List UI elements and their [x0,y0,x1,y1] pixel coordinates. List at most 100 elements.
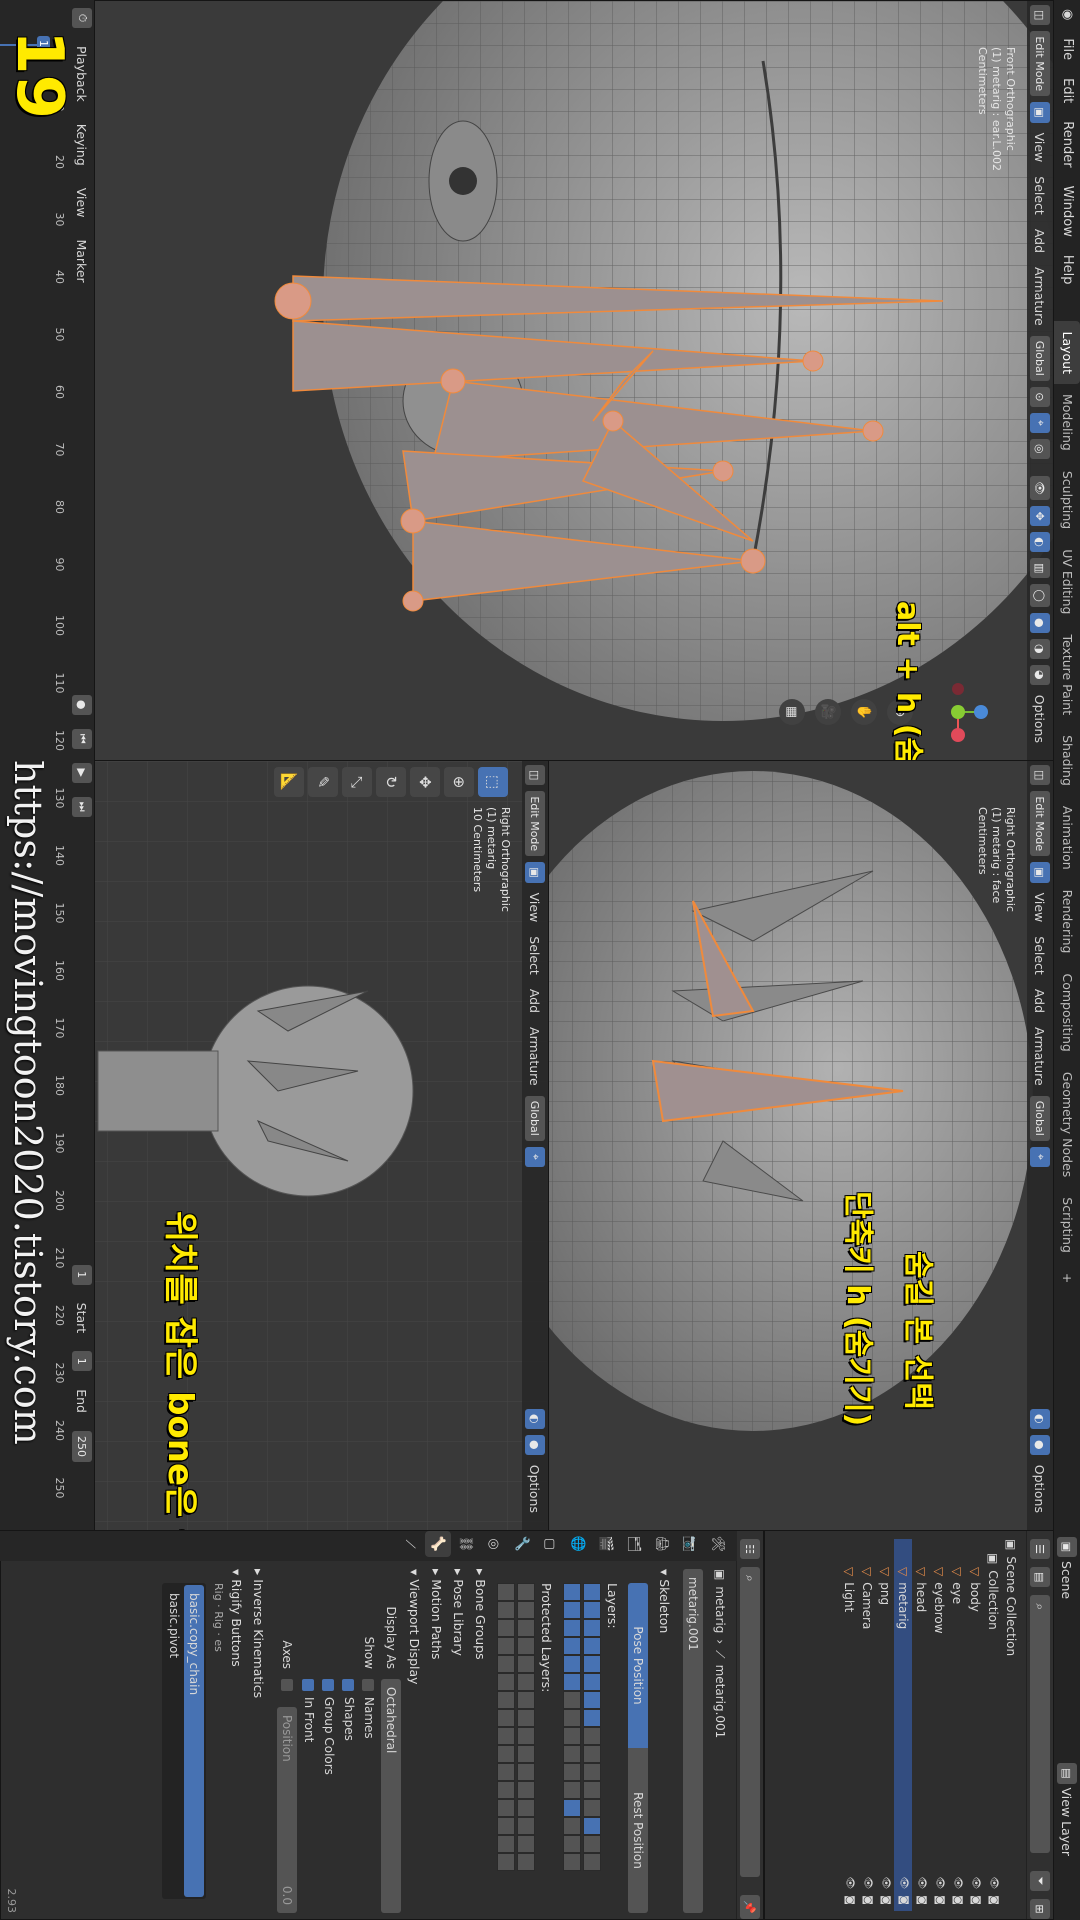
properties-editor[interactable]: ☷ ⌕ 📌 🛠 📷 🖨 🗂 🎬 🌐 ▢ 🔧 ◎ ⛓ 🦴 ⟋ ▣ metarig … [0,1530,764,1920]
layer-toggle[interactable] [563,1763,581,1781]
render-tab-icon[interactable]: 📷 [677,1531,703,1557]
add-workspace-button[interactable]: + [1054,1263,1080,1293]
layer-toggle[interactable] [563,1673,581,1691]
layer-toggle[interactable] [583,1709,601,1727]
layer-toggle[interactable] [583,1853,601,1871]
tab-scripting[interactable]: Scripting [1054,1187,1080,1263]
editor-type-icon[interactable]: ☰ [1030,1539,1050,1559]
breadcrumb-object[interactable]: metarig [713,1586,727,1633]
menu-file[interactable]: File [1054,29,1080,69]
menu-view[interactable]: View [528,889,543,927]
overlay-toggle-icon[interactable]: ◐ [1030,1408,1050,1429]
pin-icon[interactable]: 📌 [740,1895,760,1919]
menu-help[interactable]: Help [1054,246,1080,294]
layer-toggle[interactable] [517,1853,535,1871]
layer-toggle[interactable] [583,1691,601,1709]
editor-type-icon[interactable]: ☷ [740,1539,760,1559]
layer-toggle[interactable] [517,1691,535,1709]
bone-layers-grid[interactable] [563,1583,601,1913]
scene-selector-icon[interactable]: ▣ [1057,1536,1077,1557]
layer-toggle[interactable] [563,1637,581,1655]
outliner-item[interactable]: ▽ eye 👁 ◙ [948,1539,966,1911]
menu-armature[interactable]: Armature [1033,263,1048,330]
layer-toggle[interactable] [497,1619,515,1637]
scene-collection-row[interactable]: ▣ Scene Collection [1002,1539,1020,1911]
layer-toggle[interactable] [497,1655,515,1673]
pan-hand-icon[interactable]: ✋ [851,699,877,725]
layer-toggle[interactable] [563,1619,581,1637]
layer-toggle[interactable] [563,1601,581,1619]
tab-animation[interactable]: Animation [1054,796,1080,880]
shading-material-icon[interactable]: ◑ [1030,638,1050,659]
properties-search[interactable]: ⌕ [740,1567,760,1878]
viewport-right-lower[interactable]: ⬚ ⊕ ✥ ↻ ⤡ ✎ 📐 ◫ Edit Mode ▣ View Select … [94,760,549,1532]
outliner-item[interactable]: ▽ Light 👁 ◙ [840,1539,858,1911]
armature-data-tab-icon[interactable]: 🦴 [425,1531,451,1557]
layer-toggle[interactable] [583,1673,601,1691]
object-tab-icon[interactable]: ▢ [537,1531,563,1557]
pivot-icon[interactable]: ⊙ [1030,386,1050,407]
select-mode-icon[interactable]: ▣ [1030,862,1050,883]
eye-icon[interactable]: 👁 [840,1877,858,1890]
tab-modeling[interactable]: Modeling [1054,384,1080,461]
options-dropdown[interactable]: Options [1033,1461,1048,1517]
options-dropdown[interactable]: Options [528,1461,543,1517]
measure-tool-icon[interactable]: 📐 [274,767,304,797]
pose-library-section[interactable]: ▸ Pose Library [447,1569,469,1913]
layer-toggle[interactable] [563,1583,581,1601]
menu-view[interactable]: View [1033,889,1048,927]
layer-toggle[interactable] [563,1835,581,1853]
tab-texture-paint[interactable]: Texture Paint [1054,624,1080,725]
layer-toggle[interactable] [517,1745,535,1763]
view-layer-label[interactable]: View Layer [1060,1784,1075,1861]
menu-armature[interactable]: Armature [1033,1023,1048,1090]
checkbox[interactable] [322,1679,335,1691]
shading-solid-icon[interactable]: ● [525,1434,545,1455]
layer-toggle[interactable] [497,1727,515,1745]
render-camera-icon[interactable]: ◙ [948,1895,966,1905]
layer-toggle[interactable] [517,1673,535,1691]
layer-toggle[interactable] [583,1763,601,1781]
skeleton-section[interactable]: ▾ Skeleton [653,1569,675,1913]
layer-toggle[interactable] [517,1583,535,1601]
shading-solid-icon[interactable]: ● [1030,612,1050,633]
rig-type-item[interactable]: basic.pivot [164,1585,184,1897]
show-option[interactable]: Shapes [339,1679,359,1775]
layer-toggle[interactable] [497,1691,515,1709]
viewport-display-section[interactable]: ▾ Viewport Display [403,1569,425,1913]
mode-selector[interactable]: Edit Mode [525,791,545,857]
outliner-item[interactable]: ▽ eyebrow 👁 ◙ [930,1539,948,1911]
outliner-item[interactable]: ▣ Collection 👁 ◙ [984,1539,1002,1911]
rig-type-item[interactable]: basic.copy_chain [184,1585,204,1897]
layer-toggle[interactable] [563,1727,581,1745]
physics-tab-icon[interactable]: ◎ [481,1531,507,1557]
menu-render[interactable]: Render [1054,112,1080,176]
eye-icon[interactable]: 👁 [984,1877,1002,1890]
viewport-right-upper[interactable]: ◫ Edit Mode ▣ View Select Add Armature G… [547,760,1054,1532]
transform-orientation[interactable]: Global [1030,335,1050,381]
tab-layout[interactable]: Layout [1054,321,1080,384]
camera-view-icon[interactable]: 🎥 [815,699,841,725]
bone-groups-section[interactable]: ▸ Bone Groups [469,1569,491,1913]
layer-toggle[interactable] [497,1601,515,1619]
layer-toggle[interactable] [563,1781,581,1799]
layer-toggle[interactable] [517,1835,535,1853]
new-collection-icon[interactable]: ⊞ [1030,1899,1050,1919]
render-camera-icon[interactable]: ◙ [966,1895,984,1905]
eye-icon[interactable]: 👁 [966,1877,984,1890]
layer-toggle[interactable] [497,1763,515,1781]
layer-toggle[interactable] [517,1763,535,1781]
layer-toggle[interactable] [563,1655,581,1673]
rotate-tool-icon[interactable]: ↻ [376,767,406,797]
annotate-tool-icon[interactable]: ✎ [308,767,338,797]
tab-compositing[interactable]: Compositing [1054,963,1080,1061]
layer-toggle[interactable] [583,1781,601,1799]
breadcrumb-data[interactable]: metarig.001 [713,1665,727,1739]
overlay-toggle-icon[interactable]: ◐ [1030,532,1050,553]
layer-toggle[interactable] [583,1655,601,1673]
menu-window[interactable]: Window [1054,177,1080,246]
eye-icon[interactable]: 👁 [948,1877,966,1890]
layer-toggle[interactable] [583,1619,601,1637]
layer-toggle[interactable] [517,1781,535,1799]
layer-toggle[interactable] [497,1817,515,1835]
